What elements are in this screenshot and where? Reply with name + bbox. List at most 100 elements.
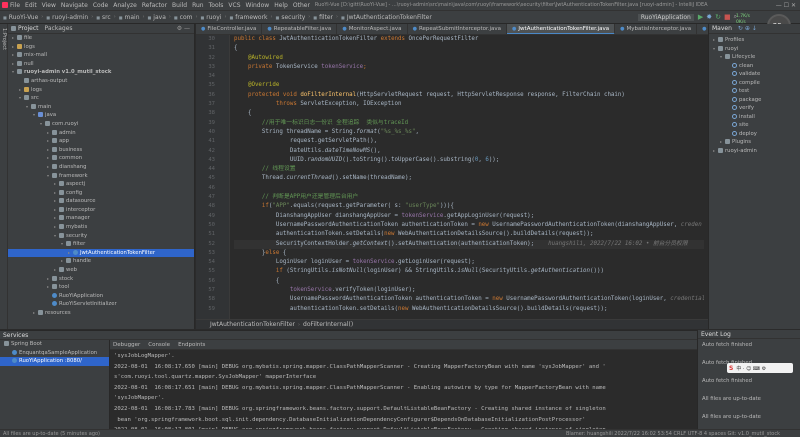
breadcrumb-method[interactable]: doFilterInternal() bbox=[303, 321, 353, 328]
tree-item[interactable]: ▸ JwtAuthenticationTokenFilter bbox=[8, 248, 194, 258]
editor-tab[interactable]: MonitorAspect.java bbox=[337, 24, 408, 34]
breadcrumb-item[interactable]: main bbox=[119, 14, 140, 21]
breadcrumb-item[interactable]: framework bbox=[229, 14, 267, 21]
tab-packages[interactable]: Packages bbox=[45, 25, 73, 32]
tree-item[interactable]: ▸ app bbox=[8, 137, 194, 146]
maven-item[interactable]: clean bbox=[709, 62, 800, 71]
console-output[interactable]: 'sysJobLogMapper'. 2022-08-01 16:08:17.65… bbox=[110, 350, 697, 437]
menu-item-file[interactable]: File bbox=[10, 2, 20, 9]
breadcrumb-item[interactable]: RuoYi-Vue bbox=[3, 14, 39, 21]
menu-item-window[interactable]: Window bbox=[246, 2, 270, 9]
ime-toolbar[interactable]: S 中 · ☺ ⌨ ⚙ bbox=[727, 363, 793, 373]
menu-item-code[interactable]: Code bbox=[93, 2, 108, 9]
tab-debugger[interactable]: Debugger bbox=[113, 342, 140, 348]
tree-item[interactable]: ▸ interceptor bbox=[8, 206, 194, 215]
tree-item[interactable]: ▾ framework bbox=[8, 172, 194, 181]
panel-settings-icon[interactable]: ⚙ — bbox=[177, 25, 190, 32]
tab-console[interactable]: Console bbox=[148, 342, 170, 348]
tree-item[interactable]: ▸ web bbox=[8, 266, 194, 275]
menu-item-navigate[interactable]: Navigate bbox=[61, 2, 88, 9]
breadcrumb-item[interactable]: ruoyi-admin bbox=[46, 14, 88, 21]
tree-item[interactable]: ▸ null bbox=[8, 60, 194, 69]
maven-item[interactable]: compile bbox=[709, 79, 800, 88]
tree-item[interactable]: ▸ aspectj bbox=[8, 180, 194, 189]
editor-tab[interactable]: RepeatableFilter.java bbox=[262, 24, 338, 34]
tree-item[interactable]: ▸ tool bbox=[8, 283, 194, 292]
tree-item[interactable]: ▸ resources bbox=[8, 309, 194, 318]
tree-item[interactable]: ▸ dianshang bbox=[8, 163, 194, 172]
debug-icon[interactable]: ✸ bbox=[706, 13, 712, 21]
tree-item[interactable]: ▸ manager bbox=[8, 214, 194, 223]
maven-item[interactable]: deploy bbox=[709, 130, 800, 139]
tab-project[interactable]: Project bbox=[18, 25, 39, 32]
maven-item[interactable]: validate bbox=[709, 70, 800, 79]
maven-item[interactable]: ▸ Profiles bbox=[709, 36, 800, 45]
breadcrumb-item[interactable]: JwtAuthenticationTokenFilter bbox=[341, 14, 432, 21]
menu-item-build[interactable]: Build bbox=[172, 2, 187, 9]
tree-item[interactable]: ▸ logs bbox=[8, 43, 194, 52]
tree-item[interactable]: ▾ java bbox=[8, 111, 194, 120]
editor-tab[interactable]: MybatisInterceptor.java bbox=[615, 24, 698, 34]
tree-item[interactable]: ▸ stock bbox=[8, 275, 194, 284]
tree-item[interactable]: ▾ main bbox=[8, 103, 194, 112]
menu-item-refactor[interactable]: Refactor bbox=[142, 2, 167, 9]
tree-item[interactable]: ▸ mybatis bbox=[8, 223, 194, 232]
tree-item[interactable]: ▸ common bbox=[8, 154, 194, 163]
menu-item-other[interactable]: Other bbox=[293, 2, 310, 9]
tree-item[interactable]: ▸ mix-mall bbox=[8, 51, 194, 60]
menu-item-view[interactable]: View bbox=[42, 2, 56, 9]
service-item[interactable]: EnquantqaSampleApplication bbox=[0, 349, 109, 358]
maven-item[interactable]: ▾ ruoyi bbox=[709, 45, 800, 54]
maven-item[interactable]: ▾ Lifecycle bbox=[709, 53, 800, 62]
tree-item[interactable]: ▸ business bbox=[8, 146, 194, 155]
breadcrumb-item[interactable]: src bbox=[96, 14, 111, 21]
menu-item-edit[interactable]: Edit bbox=[25, 2, 37, 9]
tree-item[interactable]: ▾ security bbox=[8, 232, 194, 241]
tree-item[interactable]: ▸ handle bbox=[8, 257, 194, 266]
stop-icon[interactable]: ■ bbox=[724, 13, 731, 21]
maven-item[interactable]: test bbox=[709, 87, 800, 96]
service-item[interactable]: Spring Boot bbox=[0, 340, 109, 349]
tree-item[interactable]: ▾ filter bbox=[8, 240, 194, 249]
tree-item[interactable]: ▸ config bbox=[8, 189, 194, 198]
menu-item-vcs[interactable]: VCS bbox=[228, 2, 240, 9]
maven-item[interactable]: site bbox=[709, 121, 800, 130]
tree-item[interactable]: ▾ ruoyi-admin v1.0_mutil_stock bbox=[8, 68, 194, 77]
menu-item-analyze[interactable]: Analyze bbox=[113, 2, 137, 9]
maven-item[interactable]: verify bbox=[709, 104, 800, 113]
breadcrumb-item[interactable]: java bbox=[148, 14, 166, 21]
breadcrumb-item[interactable]: com bbox=[174, 14, 193, 21]
editor-tab[interactable]: JwtAuthenticationTokenFilter.java bbox=[507, 24, 616, 34]
maven-tree[interactable]: ▸ Profiles ▾ ruoyi ▾ Lifecycle clean validate co… bbox=[709, 34, 800, 155]
maven-item[interactable]: ▸ ruoyi-admin bbox=[709, 147, 800, 156]
tree-item[interactable]: RuoYiServletInitializer bbox=[8, 300, 194, 309]
maven-item[interactable]: install bbox=[709, 113, 800, 122]
run-config-select[interactable]: RuoYiApplication bbox=[637, 13, 694, 21]
editor-tab[interactable]: ShowSqlInt bbox=[697, 24, 708, 34]
tree-item[interactable]: ▾ src bbox=[8, 94, 194, 103]
breadcrumb-item[interactable]: filter bbox=[313, 14, 333, 21]
run-icon[interactable]: ▶ bbox=[698, 13, 703, 21]
window-controls[interactable]: — ☐ ✕ bbox=[776, 2, 796, 9]
tree-item[interactable]: ▸ file bbox=[8, 34, 194, 43]
tab-endpoints[interactable]: Endpoints bbox=[178, 342, 205, 348]
maven-refresh-icon[interactable]: ↻ ⊕ ↓ bbox=[738, 25, 757, 32]
tree-item[interactable]: ▸ logs bbox=[8, 86, 194, 95]
editor-tab[interactable]: FileController.java bbox=[196, 24, 263, 34]
menu-item-tools[interactable]: Tools bbox=[209, 2, 224, 9]
editor-tab[interactable]: RepeatSubmitInterceptor.java bbox=[408, 24, 508, 34]
breadcrumb-item[interactable]: security bbox=[276, 14, 305, 21]
breadcrumb-item[interactable]: ruoyi bbox=[200, 14, 221, 21]
project-tree[interactable]: ▸ file ▸ logs ▸ mix-mall ▸ null ▾ ruoyi-admin v1.… bbox=[8, 34, 194, 318]
rerun-icon[interactable]: ↻ bbox=[715, 13, 721, 21]
maven-item[interactable]: ▸ Plugins bbox=[709, 138, 800, 147]
services-tree[interactable]: Spring Boot EnquantqaSampleApplication Ruo… bbox=[0, 340, 110, 430]
tree-item[interactable]: ▾ com.ruoyi bbox=[8, 120, 194, 129]
menu-item-help[interactable]: Help bbox=[274, 2, 288, 9]
tree-item[interactable]: arthas-output bbox=[8, 77, 194, 86]
service-item[interactable]: RuoYiApplication :8080/ bbox=[0, 357, 109, 366]
project-tool-button[interactable]: 1:Project bbox=[1, 28, 7, 50]
breadcrumb-class[interactable]: JwtAuthenticationTokenFilter bbox=[210, 321, 295, 328]
tree-item[interactable]: ▸ datasource bbox=[8, 197, 194, 206]
code-area[interactable]: public class JwtAuthenticationTokenFilte… bbox=[234, 35, 704, 319]
